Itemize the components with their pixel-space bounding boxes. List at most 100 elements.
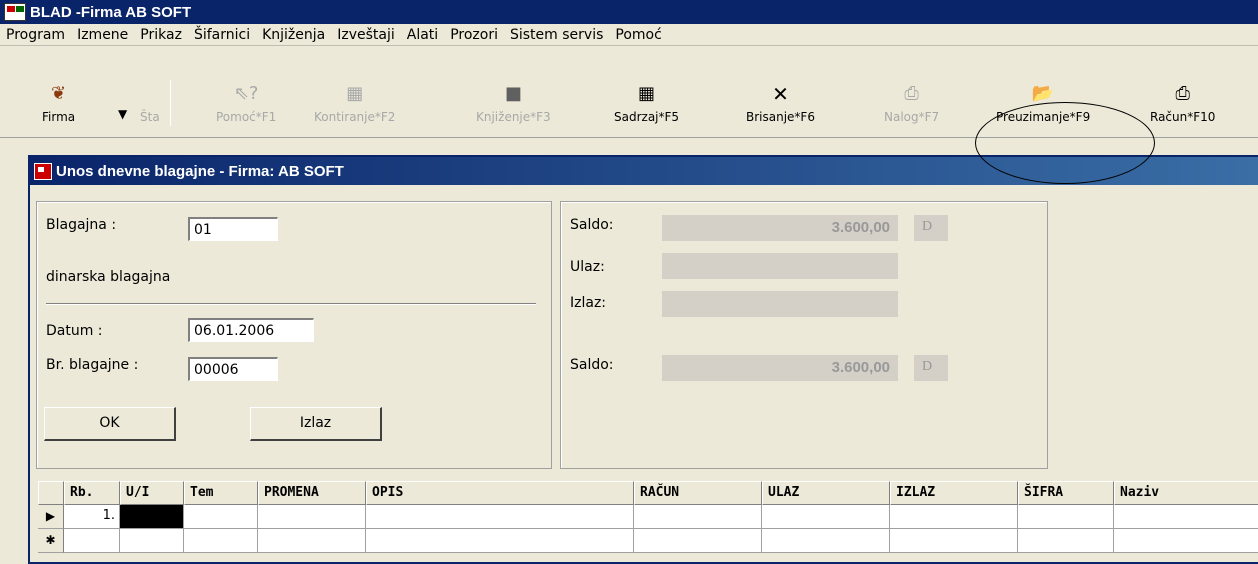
cell-tem[interactable]: [184, 505, 258, 529]
firma-button[interactable]: ❦ Firma: [42, 78, 75, 130]
menu-prikaz[interactable]: Prikaz: [134, 27, 188, 43]
cell-naziv[interactable]: [1114, 529, 1258, 553]
col-header-promena[interactable]: PROMENA: [258, 481, 366, 505]
brisanje-label: Brisanje*F6: [746, 110, 815, 124]
izlaz-value: [662, 291, 898, 317]
sta-button[interactable]: Šta: [140, 78, 160, 130]
cell-tem[interactable]: [184, 529, 258, 553]
printer-icon: ⎙: [904, 83, 919, 104]
chevron-down-icon: ▼: [118, 107, 128, 121]
racun-label: Račun*F10: [1150, 110, 1216, 124]
nalog-button[interactable]: ⎙ Nalog*F7: [884, 78, 939, 130]
cell-sifra[interactable]: [1018, 505, 1114, 529]
menu-izmene[interactable]: Izmene: [71, 27, 134, 43]
new-row: ✱: [38, 529, 1258, 553]
application-window: BLAD -Firma AB SOFT Program Izmene Prika…: [0, 0, 1258, 564]
firma-dropdown-button[interactable]: ▼: [118, 84, 127, 136]
current-row-marker[interactable]: ▶: [38, 505, 64, 529]
new-row-marker[interactable]: ✱: [38, 529, 64, 553]
menu-sifarnici[interactable]: Šifarnici: [188, 27, 256, 43]
printer-icon: ⎙: [1175, 83, 1190, 104]
cell-ulaz[interactable]: [762, 529, 890, 553]
window-title: Unos dnevne blagajne - Firma: AB SOFT: [56, 162, 344, 180]
sta-label: Šta: [140, 110, 160, 124]
header-selector: [38, 481, 64, 505]
blagajna-input[interactable]: 01: [188, 217, 278, 241]
col-header-rb[interactable]: Rb.: [64, 481, 120, 505]
entries-grid: Rb. U/I Tem PROMENA OPIS RAČUN ULAZ IZLA…: [38, 481, 1258, 553]
cell-naziv[interactable]: [1114, 505, 1258, 529]
menu-bar: Program Izmene Prikaz Šifarnici Knjiženj…: [0, 24, 1258, 46]
col-header-naziv[interactable]: Naziv: [1114, 481, 1258, 505]
br-blagajne-label: Br. blagajne :: [46, 357, 139, 373]
delete-x-icon: ✕: [772, 82, 789, 106]
cell-racun[interactable]: [634, 505, 762, 529]
blagajna-label: Blagajna :: [46, 217, 117, 233]
blagajna-description: dinarska blagajna: [46, 269, 171, 285]
cell-ui[interactable]: [120, 529, 184, 553]
ulaz-label: Ulaz:: [570, 259, 605, 275]
summary-panel: [560, 201, 1048, 469]
izlaz-button[interactable]: Izlaz: [250, 407, 382, 441]
menu-program[interactable]: Program: [0, 27, 71, 43]
col-header-ui[interactable]: U/I: [120, 481, 184, 505]
save-icon: ■: [504, 83, 522, 104]
help-pointer-icon: ⇖?: [233, 83, 259, 104]
menu-alati[interactable]: Alati: [401, 27, 444, 43]
firma-icon: ❦: [51, 83, 67, 104]
toolbar-separator: [170, 80, 171, 126]
cell-opis[interactable]: [366, 505, 634, 529]
menu-prozori[interactable]: Prozori: [444, 27, 504, 43]
pomoc-button[interactable]: ⇖? Pomoć*F1: [216, 78, 276, 130]
blagajna-window: Unos dnevne blagajne - Firma: AB SOFT Bl…: [28, 155, 1258, 564]
table-icon: ▦: [638, 83, 656, 104]
highlight-ellipse: [975, 102, 1155, 184]
cell-izlaz[interactable]: [890, 505, 1018, 529]
menu-knjizenja[interactable]: Knjiženja: [256, 27, 331, 43]
racun-button[interactable]: ⎙ Račun*F10: [1150, 78, 1215, 130]
grid-icon: ▦: [346, 83, 364, 104]
app-icon: [4, 3, 26, 21]
divider: [46, 303, 536, 305]
ok-button[interactable]: OK: [44, 407, 176, 441]
kontiranje-button[interactable]: ▦ Kontiranje*F2: [314, 78, 395, 130]
datum-label: Datum :: [46, 323, 103, 339]
cell-ulaz[interactable]: [762, 505, 890, 529]
cell-rb[interactable]: [64, 529, 120, 553]
menu-pomoc[interactable]: Pomoć: [609, 27, 667, 43]
col-header-sifra[interactable]: ŠIFRA: [1018, 481, 1114, 505]
datum-input[interactable]: 06.01.2006: [188, 318, 314, 342]
app-title: BLAD -Firma AB SOFT: [30, 3, 192, 21]
col-header-izlaz[interactable]: IZLAZ: [890, 481, 1018, 505]
col-header-ulaz[interactable]: ULAZ: [762, 481, 890, 505]
menu-izvestaji[interactable]: Izveštaji: [331, 27, 401, 43]
col-header-racun[interactable]: RAČUN: [634, 481, 762, 505]
col-header-tem[interactable]: Tem: [184, 481, 258, 505]
cell-sifra[interactable]: [1018, 529, 1114, 553]
knjizenje-label: Knjiženje*F3: [476, 110, 551, 124]
sadrzaj-button[interactable]: ▦ Sadrzaj*F5: [614, 78, 679, 130]
cell-promena[interactable]: [258, 505, 366, 529]
knjizenje-button[interactable]: ■ Knjiženje*F3: [476, 78, 551, 130]
cell-racun[interactable]: [634, 529, 762, 553]
app-title-bar: BLAD -Firma AB SOFT: [0, 0, 1258, 24]
cell-promena[interactable]: [258, 529, 366, 553]
nalog-label: Nalog*F7: [884, 110, 940, 124]
table-row: ▶ 1.: [38, 505, 1258, 529]
grid-header-row: Rb. U/I Tem PROMENA OPIS RAČUN ULAZ IZLA…: [38, 481, 1258, 505]
col-header-opis[interactable]: OPIS: [366, 481, 634, 505]
izlaz-label: Izlaz:: [570, 295, 607, 311]
saldo-start-value: 3.600,00: [662, 215, 898, 241]
cell-ui[interactable]: [120, 505, 184, 529]
cell-opis[interactable]: [366, 529, 634, 553]
firma-label: Firma: [42, 110, 76, 124]
saldo-start-label: Saldo:: [570, 217, 614, 233]
br-blagajne-input[interactable]: 00006: [188, 357, 278, 381]
saldo-end-value: 3.600,00: [662, 355, 898, 381]
menu-sistem-servis[interactable]: Sistem servis: [504, 27, 609, 43]
brisanje-button[interactable]: ✕ Brisanje*F6: [746, 78, 815, 130]
cell-izlaz[interactable]: [890, 529, 1018, 553]
sadrzaj-label: Sadrzaj*F5: [614, 110, 680, 124]
cell-rb[interactable]: 1.: [64, 505, 120, 529]
saldo-end-label: Saldo:: [570, 357, 614, 373]
